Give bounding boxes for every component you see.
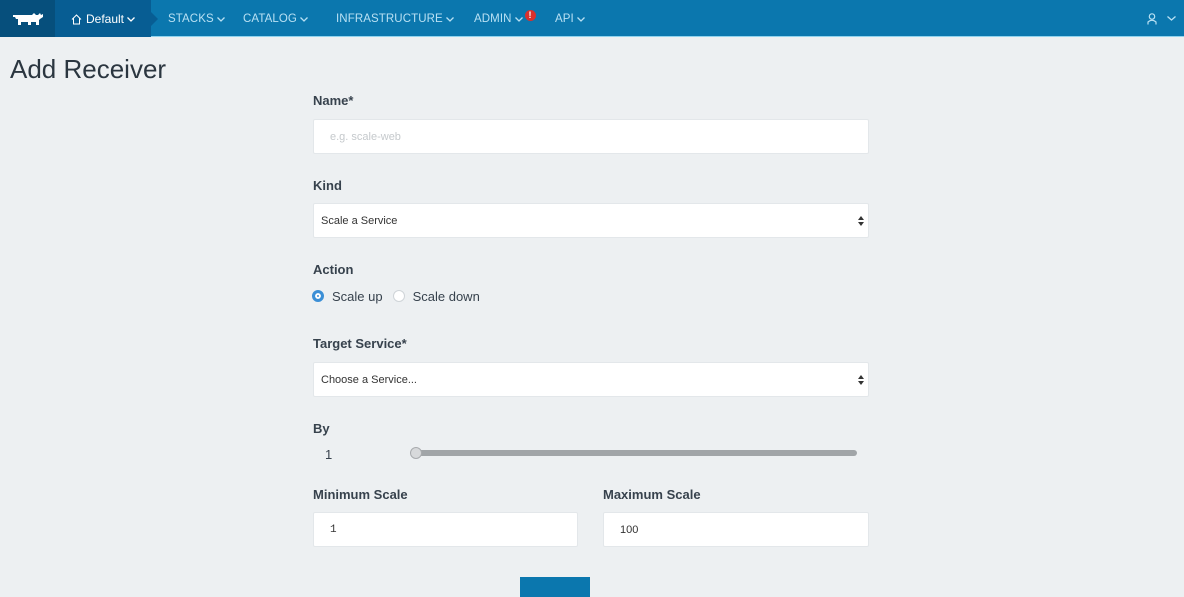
chevron-down-icon <box>514 17 523 22</box>
chevron-down-icon <box>576 17 585 22</box>
kind-label: Kind <box>313 178 342 193</box>
nav-infrastructure-label: INFRASTRUCTURE <box>336 12 443 25</box>
scale-up-radio[interactable] <box>312 290 324 302</box>
minimum-scale-input[interactable]: 1 <box>313 512 578 547</box>
chevron-down-icon <box>127 17 135 22</box>
nav-catalog-label: CATALOG <box>243 12 297 25</box>
rancher-logo[interactable] <box>0 0 55 37</box>
select-arrows-icon <box>858 216 864 226</box>
top-navigation-bar: Default STACKS CATALOG INFRASTRUCTURE AD… <box>0 0 1184 37</box>
nav-admin[interactable]: ADMIN ! <box>474 0 536 37</box>
home-icon <box>71 13 82 24</box>
create-button[interactable] <box>520 577 590 597</box>
alert-badge-icon: ! <box>524 10 536 21</box>
target-service-select[interactable]: Choose a Service... <box>313 362 869 397</box>
by-label: By <box>313 421 330 436</box>
by-slider-track[interactable] <box>414 450 857 456</box>
action-radio-group: Scale up Scale down <box>312 287 480 305</box>
nav-infrastructure[interactable]: INFRASTRUCTURE <box>336 0 454 37</box>
maximum-scale-label: Maximum Scale <box>603 487 701 502</box>
maximum-scale-value: 100 <box>620 523 639 536</box>
select-arrows-icon <box>858 375 864 385</box>
name-placeholder: e.g. scale-web <box>330 130 401 143</box>
target-service-label: Target Service* <box>313 336 407 351</box>
scale-down-radio[interactable] <box>392 290 405 302</box>
page-title: Add Receiver <box>10 54 167 84</box>
chevron-down-icon <box>445 17 454 22</box>
scale-down-label[interactable]: Scale down <box>413 289 480 304</box>
target-service-selected-value: Choose a Service... <box>321 373 417 386</box>
rancher-cow-icon <box>12 12 43 25</box>
maximum-scale-input[interactable]: 100 <box>603 512 869 547</box>
chevron-down-icon <box>1167 16 1176 21</box>
minimum-scale-value: 1 <box>330 523 337 536</box>
nav-catalog[interactable]: CATALOG <box>243 0 308 37</box>
minimum-scale-label: Minimum Scale <box>313 487 408 502</box>
environment-switcher[interactable]: Default <box>55 0 158 37</box>
nav-api-label: API <box>555 12 574 25</box>
environment-label: Default <box>85 11 125 26</box>
user-icon <box>1147 12 1157 24</box>
by-slider-handle[interactable] <box>410 447 422 459</box>
action-label: Action <box>313 262 354 277</box>
scale-up-label[interactable]: Scale up <box>332 289 383 304</box>
nav-stacks[interactable]: STACKS <box>168 0 225 37</box>
nav-api[interactable]: API <box>555 0 585 37</box>
by-value: 1 <box>325 447 333 462</box>
user-menu[interactable] <box>1147 0 1176 37</box>
name-label: Name* <box>313 93 354 108</box>
name-input[interactable]: e.g. scale-web <box>313 119 869 154</box>
nav-stacks-label: STACKS <box>168 12 214 25</box>
kind-select[interactable]: Scale a Service <box>313 203 869 238</box>
kind-selected-value: Scale a Service <box>321 214 398 227</box>
chevron-down-icon <box>299 17 308 22</box>
nav-admin-label: ADMIN <box>474 12 512 25</box>
chevron-down-icon <box>216 17 225 22</box>
